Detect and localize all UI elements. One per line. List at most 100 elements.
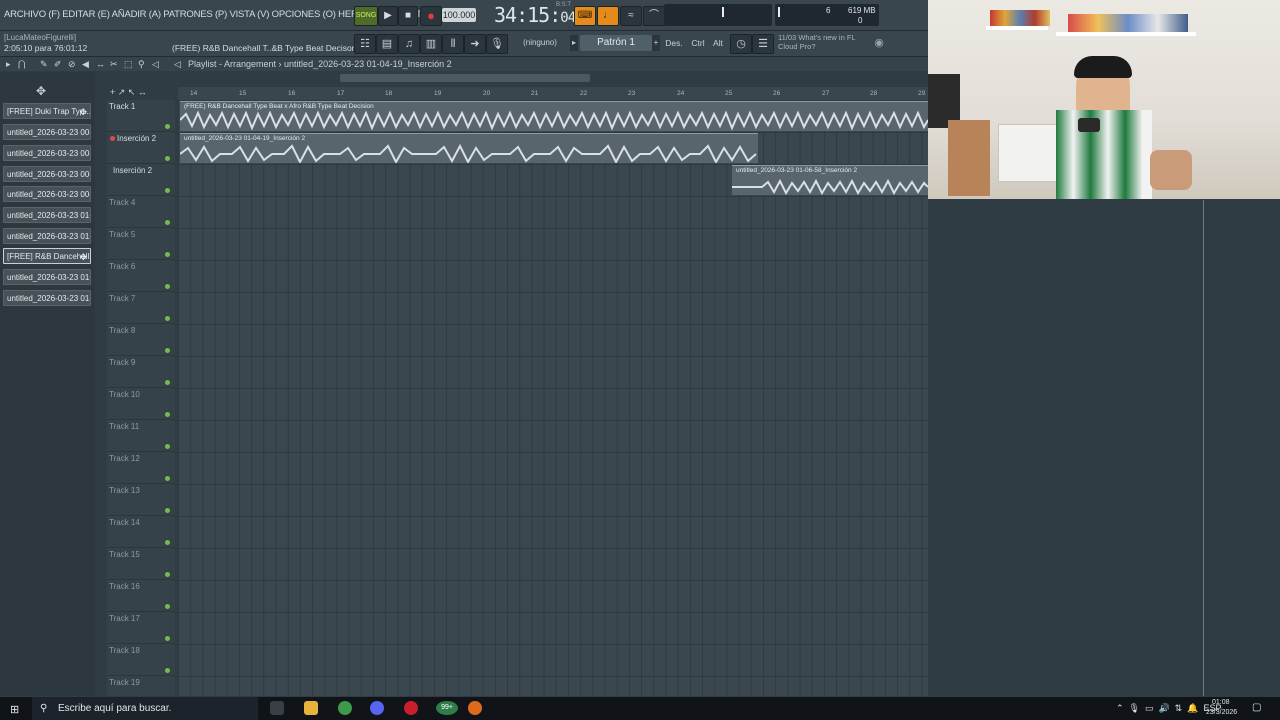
playlist-grid-extension[interactable] bbox=[928, 200, 1280, 696]
plugin-button[interactable]: ➜ bbox=[464, 34, 486, 54]
track-header[interactable]: Track 18 bbox=[107, 644, 175, 676]
stop-button[interactable]: ■ bbox=[398, 6, 418, 26]
tempo-display[interactable]: 100.000 bbox=[442, 8, 476, 22]
track-led-icon[interactable] bbox=[165, 188, 170, 193]
mute-tool-icon[interactable]: ◀ bbox=[82, 59, 89, 70]
track-led-icon[interactable] bbox=[165, 508, 170, 513]
track-header[interactable]: Track 9 bbox=[107, 356, 175, 388]
track-header[interactable]: Track 14 bbox=[107, 516, 175, 548]
track-header[interactable]: Track 4 bbox=[107, 196, 175, 228]
ctrl-button[interactable]: Ctrl bbox=[688, 35, 708, 51]
piano-roll-button[interactable]: ♫ bbox=[398, 34, 420, 54]
track-header[interactable]: Inserción 2 bbox=[107, 132, 175, 164]
picker-clip[interactable]: untitled_2026-03-23 01-... bbox=[3, 207, 91, 223]
track-led-icon[interactable] bbox=[165, 380, 170, 385]
typing-keyboard-button[interactable]: ⌨ bbox=[574, 6, 596, 26]
draw-tool-icon[interactable]: ✎ bbox=[40, 59, 48, 70]
track-header[interactable]: Track 7 bbox=[107, 292, 175, 324]
countdown-button[interactable]: ⌒ bbox=[643, 6, 665, 26]
whatsapp-icon[interactable]: 99+ bbox=[436, 701, 458, 715]
record-button[interactable]: ● bbox=[420, 6, 442, 26]
microphone-button[interactable]: 🎙 bbox=[486, 34, 508, 54]
track-led-icon[interactable] bbox=[165, 348, 170, 353]
picker-clip[interactable]: untitled_2026-03-23 00-... bbox=[3, 186, 91, 202]
notification-icon[interactable]: ▢ bbox=[1252, 702, 1261, 713]
track-header[interactable]: Track 10 bbox=[107, 388, 175, 420]
playback-tool-icon[interactable]: ◁ bbox=[152, 59, 159, 70]
picker-clip[interactable]: untitled_2026-03-23 00-... bbox=[3, 166, 91, 182]
file-explorer-icon[interactable] bbox=[304, 701, 318, 715]
delete-tool-icon[interactable]: ⊘ bbox=[68, 59, 76, 70]
track-led-icon[interactable] bbox=[165, 540, 170, 545]
picker-move-icon[interactable]: ✥ bbox=[36, 84, 46, 98]
record-app-icon[interactable] bbox=[404, 701, 418, 715]
audio-clip[interactable]: untitled_2026-03-23 01-06-58_Inserción 2 bbox=[732, 165, 928, 195]
track-led-icon[interactable] bbox=[165, 572, 170, 577]
discord-icon[interactable] bbox=[370, 701, 384, 715]
alt-button[interactable]: Alt bbox=[710, 35, 726, 51]
song-mode-button[interactable]: SONG bbox=[354, 6, 378, 26]
ruler-tools[interactable]: + ↗ ↖ ↔ bbox=[110, 87, 147, 98]
news-panel[interactable]: 11/03 What's new in FL Cloud Pro? bbox=[778, 33, 870, 51]
picker-clip-selected[interactable]: [FREE] R&B Dancehall... ✥ bbox=[3, 248, 91, 264]
undo-button[interactable]: Des. bbox=[664, 35, 684, 51]
news-button[interactable]: ◉ bbox=[870, 34, 888, 52]
metronome-button[interactable]: ♩ bbox=[597, 6, 619, 26]
track-led-icon[interactable] bbox=[165, 636, 170, 641]
track-led-icon[interactable] bbox=[165, 124, 170, 129]
track-header[interactable]: Track 16 bbox=[107, 580, 175, 612]
pattern-select[interactable]: (ninguno) bbox=[518, 36, 562, 50]
wait-input-button[interactable]: ≈ bbox=[620, 6, 642, 26]
picker-clip[interactable]: [FREE] Duki Trap Typ... ✥ bbox=[3, 103, 91, 119]
picker-clip[interactable]: untitled_2026-03-23 00-... bbox=[3, 145, 91, 161]
audio-clip[interactable]: (FREE) R&B Dancehall Type Beat x Afro R&… bbox=[180, 101, 928, 131]
playlist-view-button[interactable]: ☷ bbox=[354, 34, 376, 54]
track-led-icon[interactable] bbox=[165, 156, 170, 161]
browser-button[interactable]: ▥ bbox=[420, 34, 442, 54]
clock-date[interactable]: 23/3/2026 bbox=[1206, 709, 1237, 716]
clock-time[interactable]: 01:08 bbox=[1212, 699, 1230, 706]
audio-clip[interactable]: untitled_2026-03-23 01-04-19_Inserción 2 bbox=[180, 133, 758, 163]
track-led-icon[interactable] bbox=[165, 252, 170, 257]
pattern-next-button[interactable]: + bbox=[652, 35, 660, 51]
picker-clip[interactable]: untitled_2026-03-23 01-... bbox=[3, 228, 91, 244]
slice-tool-icon[interactable]: ✂ bbox=[110, 59, 118, 70]
track-led-icon[interactable] bbox=[165, 604, 170, 609]
pattern-prev-button[interactable]: ▸ bbox=[570, 35, 578, 51]
track-header[interactable]: Track 15 bbox=[107, 548, 175, 580]
select-tool-icon[interactable]: ⬚ bbox=[124, 59, 133, 70]
track-led-icon[interactable] bbox=[165, 412, 170, 417]
track-header[interactable]: Track 17 bbox=[107, 612, 175, 644]
record-arm-icon[interactable] bbox=[110, 136, 115, 141]
track-header[interactable]: Track 8 bbox=[107, 324, 175, 356]
horizontal-scrollbar[interactable] bbox=[340, 74, 590, 82]
track-led-icon[interactable] bbox=[165, 284, 170, 289]
picker-clip[interactable]: untitled_2026-03-23 01-... bbox=[3, 290, 91, 306]
picker-clip[interactable]: untitled_2026-03-23 01-... bbox=[3, 269, 91, 285]
track-led-icon[interactable] bbox=[165, 316, 170, 321]
play-button[interactable]: ▶ bbox=[378, 6, 398, 26]
track-led-icon[interactable] bbox=[165, 668, 170, 673]
track-led-icon[interactable] bbox=[165, 476, 170, 481]
track-led-icon[interactable] bbox=[165, 444, 170, 449]
chrome-icon[interactable] bbox=[338, 701, 352, 715]
fl-studio-icon[interactable] bbox=[468, 701, 482, 715]
mixer-button[interactable]: ⫴ bbox=[442, 34, 464, 54]
tool-arrow-icon[interactable]: ▸ bbox=[6, 59, 11, 70]
cloud-button[interactable]: ☰ bbox=[752, 34, 774, 54]
task-view-icon[interactable] bbox=[270, 701, 284, 715]
picker-clip[interactable]: untitled_2026-03-23 00-... bbox=[3, 124, 91, 140]
magnet-icon[interactable]: ⋂ bbox=[18, 59, 25, 70]
channel-rack-button[interactable]: ▤ bbox=[376, 34, 398, 54]
track-header[interactable]: Track 13 bbox=[107, 484, 175, 516]
windows-start-icon[interactable]: ⊞ bbox=[10, 703, 19, 716]
paint-tool-icon[interactable]: ✐ bbox=[54, 59, 62, 70]
track-header[interactable]: Track 1 bbox=[107, 100, 175, 132]
track-led-icon[interactable] bbox=[165, 220, 170, 225]
track-header[interactable]: Track 6 bbox=[107, 260, 175, 292]
zoom-tool-icon[interactable]: ⚲ bbox=[138, 59, 145, 70]
track-header[interactable]: Track 11 bbox=[107, 420, 175, 452]
clock-button[interactable]: ◷ bbox=[730, 34, 752, 54]
track-header[interactable]: Inserción 2 bbox=[107, 164, 175, 196]
pattern-selector[interactable]: Patrón 1 bbox=[580, 35, 652, 51]
